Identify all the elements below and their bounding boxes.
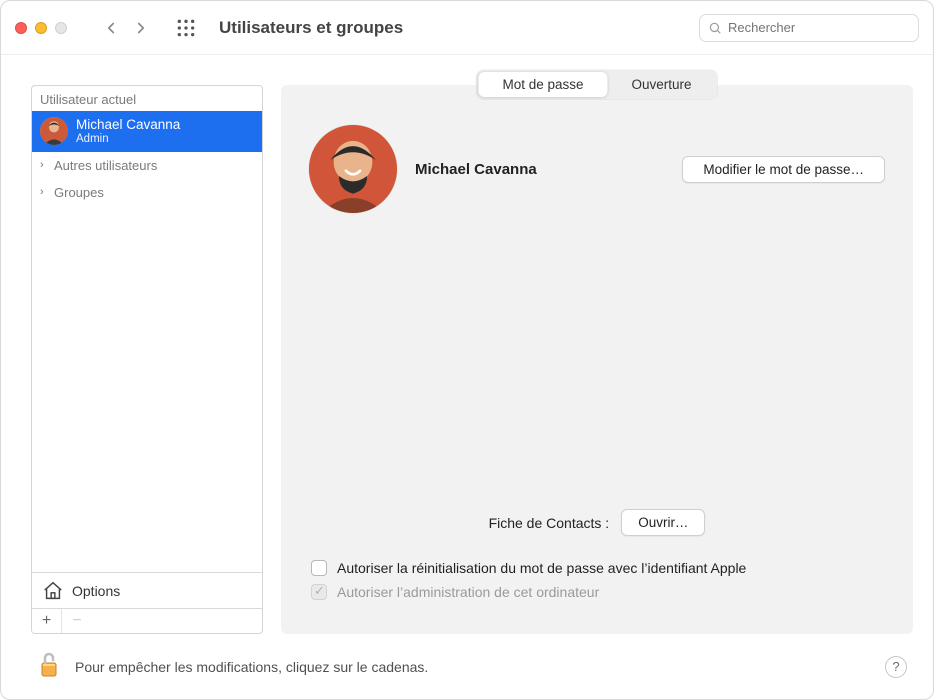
checkbox-row-apple-id-reset[interactable]: Autoriser la réinitialisation du mot de … — [309, 556, 885, 580]
sidebar-user-name: Michael Cavanna — [76, 117, 180, 133]
zoom-window-button[interactable] — [55, 22, 67, 34]
help-button[interactable]: ? — [885, 656, 907, 678]
search-field[interactable] — [699, 14, 919, 42]
lock-row: Pour empêcher les modifications, cliquez… — [31, 634, 913, 683]
profile-header: Michael Cavanna Modifier le mot de passe… — [309, 125, 885, 213]
content-area: Utilisateur actuel Mi — [1, 55, 933, 699]
lock-text: Pour empêcher les modifications, cliquez… — [75, 659, 428, 675]
contacts-label: Fiche de Contacts : — [489, 515, 610, 531]
chevron-right-icon: › — [40, 186, 50, 198]
add-user-button[interactable]: + — [32, 609, 62, 633]
house-icon — [42, 580, 64, 602]
sidebar-user-current[interactable]: Michael Cavanna Admin — [32, 111, 262, 152]
add-remove-toolbar: + − — [32, 609, 262, 633]
show-all-prefs-button[interactable] — [173, 15, 199, 41]
minimize-window-button[interactable] — [35, 22, 47, 34]
sidebar-section-groups[interactable]: › Groupes — [32, 179, 262, 206]
window-title: Utilisateurs et groupes — [219, 18, 403, 38]
search-icon — [708, 21, 722, 35]
chevron-right-icon: › — [40, 159, 50, 171]
sidebar-user-role: Admin — [76, 133, 180, 146]
tab-password[interactable]: Mot de passe — [478, 72, 607, 97]
window-controls — [15, 22, 67, 34]
contacts-row: Fiche de Contacts : Ouvrir… — [309, 509, 885, 536]
profile-username: Michael Cavanna — [415, 161, 537, 178]
sidebar-section-other-users[interactable]: › Autres utilisateurs — [32, 152, 262, 179]
titlebar: Utilisateurs et groupes — [1, 1, 933, 55]
admin-checkbox — [311, 584, 327, 600]
tabs: Mot de passe Ouverture — [476, 70, 717, 99]
sidebar-other-users-label: Autres utilisateurs — [54, 158, 157, 173]
user-avatar[interactable] — [309, 125, 397, 213]
change-password-button[interactable]: Modifier le mot de passe… — [682, 156, 885, 183]
search-input[interactable] — [728, 20, 910, 35]
avatar-icon — [40, 117, 68, 145]
apple-id-reset-checkbox[interactable] — [311, 560, 327, 576]
close-window-button[interactable] — [15, 22, 27, 34]
login-options-button[interactable]: Options — [32, 573, 262, 609]
main-panel: Mot de passe Ouverture — [281, 85, 913, 634]
open-contacts-button[interactable]: Ouvrir… — [621, 509, 705, 536]
lock-icon[interactable] — [37, 650, 61, 683]
apple-id-reset-label: Autoriser la réinitialisation du mot de … — [337, 560, 746, 576]
users-sidebar: Utilisateur actuel Mi — [31, 85, 263, 634]
nav-arrows — [97, 14, 155, 42]
preferences-window: Utilisateurs et groupes Utilisateur actu… — [0, 0, 934, 700]
sidebar-section-current-user: Utilisateur actuel — [32, 86, 262, 111]
back-button[interactable] — [97, 14, 125, 42]
checkbox-row-admin: Autoriser l’administration de cet ordina… — [309, 580, 885, 604]
options-label: Options — [72, 583, 120, 599]
tab-login-items[interactable]: Ouverture — [608, 72, 716, 97]
forward-button[interactable] — [127, 14, 155, 42]
sidebar-groups-label: Groupes — [54, 185, 104, 200]
remove-user-button[interactable]: − — [62, 609, 92, 633]
admin-label: Autoriser l’administration de cet ordina… — [337, 584, 599, 600]
